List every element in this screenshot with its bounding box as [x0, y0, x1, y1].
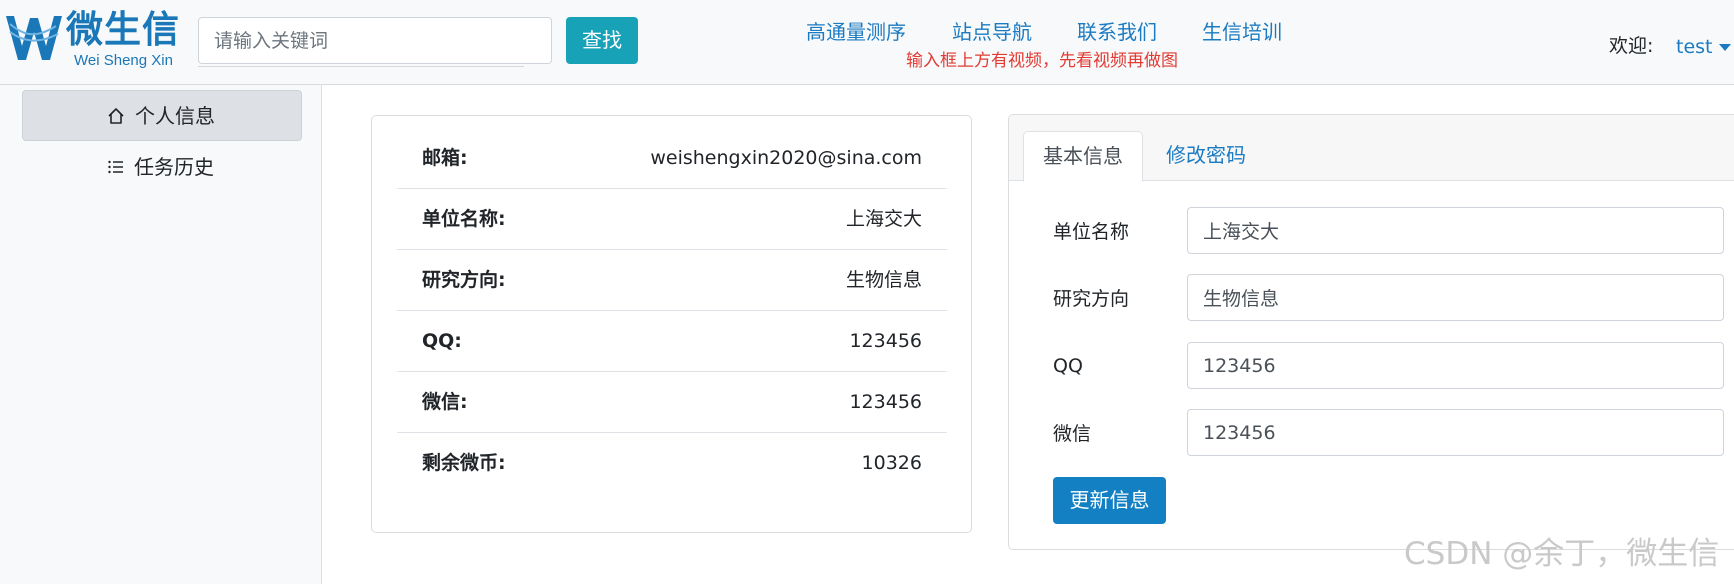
- tab-change-password[interactable]: 修改密码: [1166, 131, 1246, 182]
- tab-basic-info[interactable]: 基本信息: [1023, 131, 1143, 182]
- info-row-research-field: 研究方向: 生物信息: [397, 250, 947, 311]
- info-row-balance: 剩余微币: 10326: [397, 433, 947, 494]
- edit-profile-card: 基本信息 修改密码 单位名称 研究方向 QQ 微信 更新信息: [1008, 114, 1734, 550]
- info-row-qq: QQ: 123456: [397, 311, 947, 372]
- info-value: weishengxin2020@sina.com: [650, 147, 922, 169]
- info-key: 单位名称:: [422, 208, 506, 230]
- logo-w-mark-icon: [6, 16, 62, 60]
- profile-info-card: 邮箱: weishengxin2020@sina.com 单位名称: 上海交大 …: [371, 115, 972, 533]
- info-key: 剩余微币:: [422, 452, 506, 474]
- top-navbar: 微生信 Wei Sheng Xin 查找 高通量测序 站点导航 联系我们 生信培…: [0, 0, 1734, 85]
- field-label-qq: QQ: [1053, 355, 1083, 377]
- info-row-wechat: 微信: 123456: [397, 372, 947, 433]
- notice-text: 输入框上方有视频，先看视频再做图: [906, 51, 1178, 71]
- logo-chinese-text: 微生信: [66, 8, 180, 51]
- site-logo[interactable]: 微生信 Wei Sheng Xin: [4, 6, 182, 70]
- user-menu-toggle[interactable]: test: [1676, 34, 1713, 60]
- logo-english-text: Wei Sheng Xin: [74, 52, 173, 69]
- caret-down-icon[interactable]: [1719, 44, 1731, 51]
- info-key: 邮箱:: [422, 147, 468, 169]
- sidebar: 个人信息 任务历史: [0, 85, 322, 584]
- sidebar-item-label: 个人信息: [135, 104, 215, 128]
- watermark-text: CSDN @余丁，微生信: [1404, 536, 1720, 572]
- search-button[interactable]: 查找: [566, 17, 638, 64]
- info-row-organization: 单位名称: 上海交大: [397, 189, 947, 250]
- list-icon: [108, 160, 123, 174]
- qq-input[interactable]: [1187, 342, 1724, 389]
- search-input[interactable]: [198, 17, 552, 64]
- nav-link-site-navigation[interactable]: 站点导航: [952, 18, 1032, 46]
- sidebar-item-task-history[interactable]: 任务历史: [22, 142, 302, 193]
- field-label-wechat: 微信: [1053, 423, 1092, 445]
- nav-link-contact[interactable]: 联系我们: [1077, 18, 1157, 46]
- info-value: 10326: [861, 452, 922, 474]
- info-value: 生物信息: [845, 269, 922, 291]
- sidebar-item-label: 任务历史: [134, 155, 214, 179]
- update-info-button[interactable]: 更新信息: [1053, 477, 1166, 524]
- field-label-research-field: 研究方向: [1053, 288, 1130, 310]
- research-field-input[interactable]: [1187, 274, 1724, 321]
- search-underline: [198, 66, 524, 67]
- wechat-input[interactable]: [1187, 409, 1724, 456]
- nav-link-sequencing[interactable]: 高通量测序: [806, 18, 906, 46]
- info-row-email: 邮箱: weishengxin2020@sina.com: [397, 128, 947, 189]
- info-key: 研究方向:: [422, 269, 506, 291]
- info-key: QQ:: [422, 330, 462, 352]
- field-label-organization: 单位名称: [1053, 221, 1130, 243]
- nav-link-training[interactable]: 生信培训: [1202, 18, 1282, 46]
- tab-bar: 基本信息 修改密码: [1009, 115, 1734, 182]
- home-icon: [108, 108, 124, 124]
- info-value: 123456: [849, 391, 922, 413]
- info-value: 123456: [849, 330, 922, 352]
- sidebar-item-profile[interactable]: 个人信息: [22, 90, 302, 141]
- welcome-label: 欢迎:: [1609, 35, 1654, 57]
- info-key: 微信:: [422, 391, 468, 413]
- info-value: 上海交大: [845, 208, 922, 230]
- organization-input[interactable]: [1187, 207, 1724, 254]
